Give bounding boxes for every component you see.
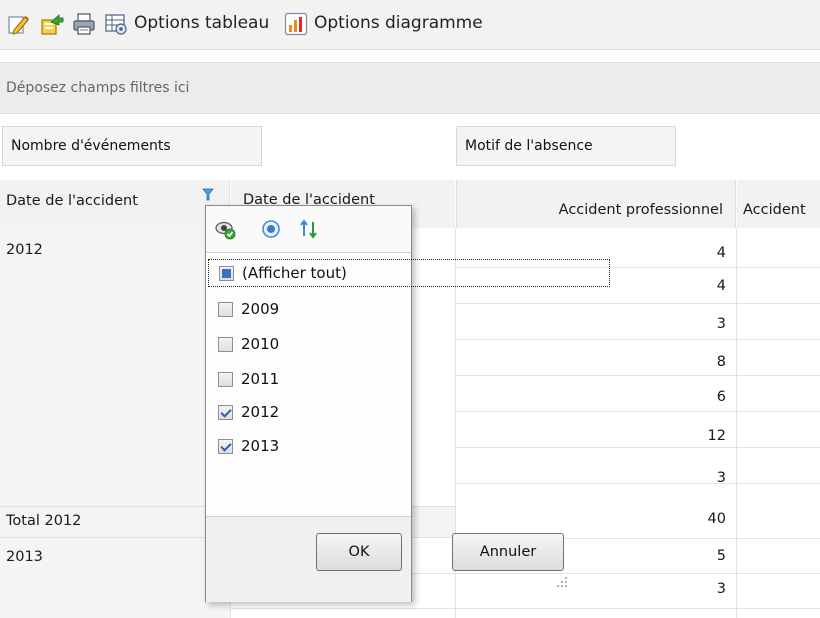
row-total-2012: Total 2012: [6, 513, 82, 529]
column-field-button[interactable]: Motif de l'absence: [456, 126, 676, 166]
filter-item-2009[interactable]: 2009: [218, 296, 279, 322]
value-cell: 3: [716, 470, 726, 486]
column-header-label-1: Accident professionnel: [558, 202, 723, 218]
filter-drop-zone[interactable]: Déposez champs filtres ici: [0, 62, 820, 114]
checkbox-2009[interactable]: [218, 301, 233, 317]
filter-item-label: 2010: [241, 335, 280, 353]
column-header-accident[interactable]: Accident: [737, 180, 820, 228]
value-cell: 8: [716, 354, 726, 370]
ok-button[interactable]: OK: [316, 533, 402, 571]
print-icon[interactable]: [72, 12, 96, 36]
filter-funnel-icon[interactable]: [202, 188, 214, 202]
value-cell: 6: [716, 389, 726, 405]
row-field-label-1: Date de l'accident: [6, 193, 138, 209]
export-icon[interactable]: [40, 12, 64, 36]
checkbox-2011[interactable]: [218, 371, 233, 387]
filter-item-label: 2011: [241, 370, 280, 388]
show-all-checkbox[interactable]: [219, 265, 234, 281]
toolbar: Options tableau Options diagramme: [0, 0, 820, 50]
filter-item-2011[interactable]: 2011: [218, 366, 279, 392]
show-filtered-icon[interactable]: [214, 218, 236, 240]
row-header-area: [0, 228, 230, 506]
filter-item-2013[interactable]: 2013: [218, 433, 279, 459]
column-field-label: Motif de l'absence: [465, 138, 593, 154]
value-cell: 3: [716, 581, 726, 597]
cancel-button[interactable]: Annuler: [452, 533, 564, 571]
table-options-label[interactable]: Options tableau: [134, 13, 269, 33]
checkbox-2010[interactable]: [218, 336, 233, 352]
filter-popup-toolbar: [206, 206, 411, 253]
filter-item-label: 2013: [241, 437, 280, 455]
filter-item-label: 2009: [241, 300, 280, 318]
checkbox-2013[interactable]: [218, 438, 233, 454]
row-field-button-1[interactable]: Date de l'accident: [0, 180, 230, 228]
filter-drop-zone-placeholder: Déposez champs filtres ici: [6, 80, 190, 96]
table-options-icon[interactable]: [104, 12, 128, 36]
filter-popup-footer: OK Annuler: [206, 516, 564, 602]
sort-icon[interactable]: [298, 218, 320, 240]
filter-item-2010[interactable]: 2010: [218, 331, 279, 357]
data-field-button[interactable]: Nombre d'événements: [2, 126, 262, 166]
filter-item-label: 2012: [241, 403, 280, 421]
chart-options-icon[interactable]: [284, 12, 308, 36]
value-cell: 40: [707, 511, 726, 527]
chart-options-label[interactable]: Options diagramme: [314, 13, 483, 33]
row-year-2013: 2013: [6, 549, 43, 565]
filter-popup: (Afficher tout) 2009 2010 2011 2012 2013…: [205, 205, 610, 602]
show-all-label: (Afficher tout): [242, 264, 347, 282]
checkbox-2012[interactable]: [218, 404, 233, 420]
edit-icon[interactable]: [6, 12, 30, 36]
column-header-accident-professionnel[interactable]: Accident professionnel: [456, 180, 736, 228]
filter-item-2012[interactable]: 2012: [218, 399, 279, 425]
row-year-2012: 2012: [6, 242, 43, 258]
resize-grip-icon[interactable]: [555, 575, 569, 589]
column-header-label-2: Accident: [743, 202, 806, 218]
value-cell: 3: [716, 316, 726, 332]
value-cell: 12: [707, 428, 726, 444]
data-field-label: Nombre d'événements: [11, 138, 171, 154]
show-all-checkbox-row[interactable]: (Afficher tout): [208, 259, 610, 287]
radio-select-icon[interactable]: [260, 218, 282, 240]
